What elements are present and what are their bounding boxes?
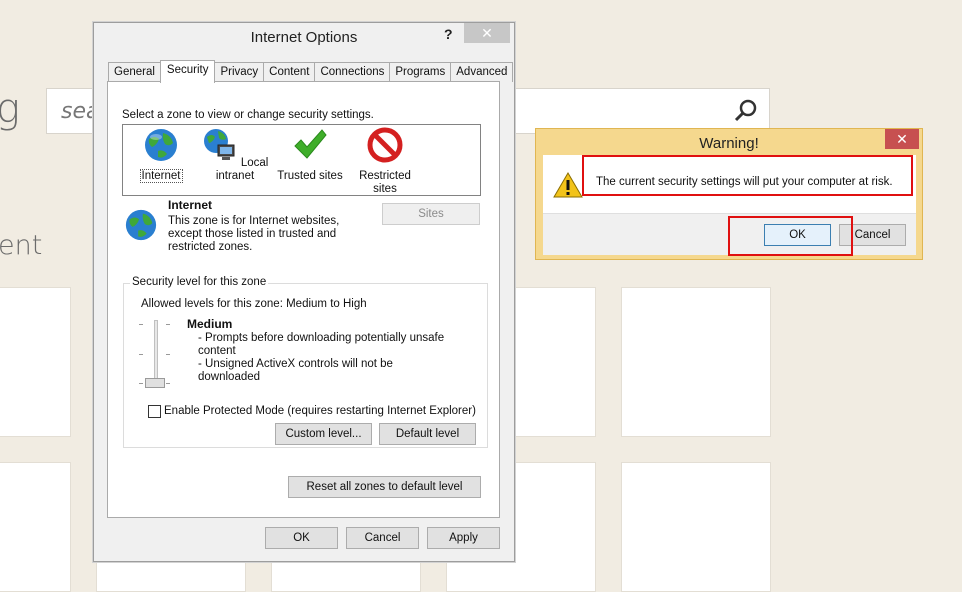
bg-tile[interactable] bbox=[0, 287, 71, 437]
group-title: Security level for this zone bbox=[130, 276, 269, 288]
selected-zone-description: This zone is for Internet websites, exce… bbox=[168, 215, 340, 253]
tab-security[interactable]: Security bbox=[159, 60, 216, 83]
slider-tick bbox=[166, 354, 170, 355]
zone-label: Internet bbox=[139, 169, 183, 183]
custom-level-button[interactable]: Custom level... bbox=[275, 423, 372, 445]
zone-internet[interactable]: Internet bbox=[131, 127, 191, 183]
selected-zone-name: Internet bbox=[168, 198, 213, 212]
globe-icon bbox=[145, 129, 177, 161]
ok-highlight-box bbox=[728, 216, 853, 256]
sites-button[interactable]: Sites bbox=[382, 203, 480, 225]
reset-all-zones-button[interactable]: Reset all zones to default level bbox=[288, 476, 481, 498]
allowed-levels: Allowed levels for this zone: Medium to … bbox=[141, 298, 367, 310]
slider-tick bbox=[139, 324, 143, 325]
help-icon[interactable]: ? bbox=[444, 26, 453, 42]
internet-options-dialog: Internet Options ? ✕ General Security Pr… bbox=[93, 22, 515, 562]
warning-icon bbox=[553, 172, 583, 198]
message-highlight-box bbox=[582, 155, 913, 196]
slider-tick bbox=[139, 383, 143, 384]
zone-list: Internet Local intranet Trusted sites Re… bbox=[122, 124, 481, 196]
tab-connections[interactable]: Connections bbox=[314, 62, 391, 82]
zone-label: Trusted sites bbox=[277, 170, 343, 182]
zone-restricted-sites[interactable]: Restricted sites bbox=[355, 127, 415, 196]
security-slider-thumb[interactable] bbox=[145, 378, 165, 388]
bg-tile[interactable] bbox=[621, 462, 771, 592]
bg-tile[interactable] bbox=[621, 287, 771, 437]
globe-icon bbox=[125, 209, 157, 241]
intranet-icon bbox=[203, 129, 235, 160]
zone-trusted-sites[interactable]: Trusted sites bbox=[277, 127, 343, 183]
checkmark-icon bbox=[294, 129, 327, 159]
level-description: - Prompts before downloading potentially… bbox=[198, 332, 458, 384]
close-icon: ✕ bbox=[481, 25, 493, 41]
level-bullet: - Prompts before downloading potentially… bbox=[198, 332, 445, 357]
cancel-button[interactable]: Cancel bbox=[346, 527, 419, 549]
level-name: Medium bbox=[187, 317, 233, 331]
close-button[interactable]: ✕ bbox=[464, 23, 510, 43]
tab-programs[interactable]: Programs bbox=[389, 62, 452, 82]
bg-tile[interactable] bbox=[0, 462, 71, 592]
level-bullet: - Unsigned ActiveX controls will not be … bbox=[198, 358, 393, 383]
bg-subtitle-fragment: ent bbox=[0, 230, 43, 261]
zone-prompt: Select a zone to view or change security… bbox=[122, 109, 374, 121]
restricted-icon bbox=[367, 127, 403, 163]
search-icon[interactable] bbox=[733, 98, 759, 124]
zone-label: Restricted sites bbox=[359, 170, 411, 195]
slider-tick bbox=[166, 383, 170, 384]
tab-content[interactable]: Content bbox=[263, 62, 316, 82]
close-icon: ✕ bbox=[896, 131, 908, 147]
warning-close-button[interactable]: ✕ bbox=[885, 129, 919, 149]
protected-mode-checkbox[interactable] bbox=[148, 405, 161, 418]
tab-bar: General Security Privacy Content Connect… bbox=[108, 60, 514, 83]
security-tab-panel: Select a zone to view or change security… bbox=[107, 81, 500, 518]
ok-button[interactable]: OK bbox=[265, 527, 338, 549]
default-level-button[interactable]: Default level bbox=[379, 423, 476, 445]
security-level-group: Security level for this zone Allowed lev… bbox=[123, 276, 488, 448]
apply-button[interactable]: Apply bbox=[427, 527, 500, 549]
tab-privacy[interactable]: Privacy bbox=[214, 62, 265, 82]
tab-general[interactable]: General bbox=[108, 62, 161, 82]
warning-title: Warning! bbox=[699, 135, 759, 152]
tab-advanced[interactable]: Advanced bbox=[450, 62, 514, 82]
slider-tick bbox=[139, 354, 143, 355]
bg-title-fragment: g bbox=[0, 86, 21, 132]
slider-tick bbox=[166, 324, 170, 325]
zone-local-intranet[interactable]: Local intranet bbox=[199, 127, 271, 183]
protected-mode-label[interactable]: Enable Protected Mode (requires restarti… bbox=[164, 405, 476, 417]
